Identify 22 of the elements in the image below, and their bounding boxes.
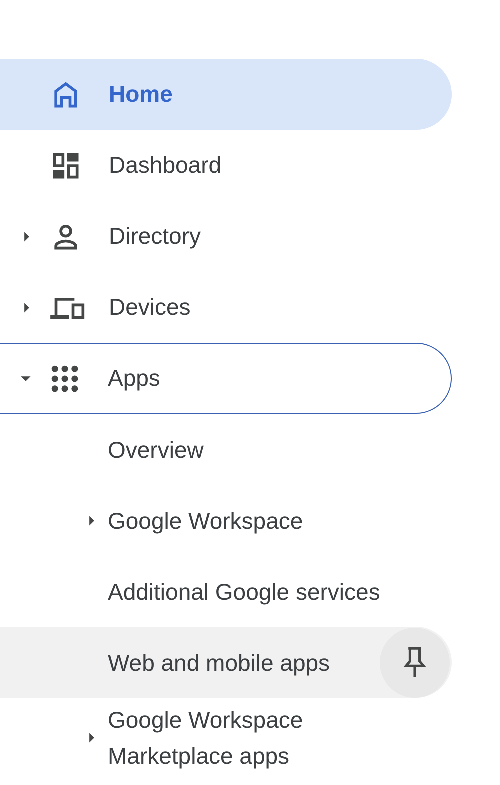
nav-label: Google Workspace (108, 506, 304, 536)
pin-button[interactable] (380, 628, 450, 698)
nav-subitem[interactable]: Overview (0, 414, 452, 485)
nav-label: Directory (109, 222, 202, 252)
nav-item[interactable]: Devices (0, 272, 452, 343)
pin-icon (402, 646, 428, 678)
nav-subitem[interactable]: Additional Google services (0, 556, 452, 627)
nav-subitem[interactable]: Google Workspace (0, 485, 452, 556)
nav-subitem[interactable]: Web and mobile apps (0, 627, 452, 698)
nav-item[interactable]: Home (0, 59, 452, 130)
nav-item[interactable]: Apps (0, 343, 452, 414)
nav-label: Home (109, 80, 173, 110)
nav-label: Google Workspace Marketplace apps (108, 706, 304, 771)
nav-label: Additional Google services (108, 578, 380, 607)
nav-item[interactable]: Dashboard (0, 130, 452, 201)
nav-label: Apps (108, 364, 160, 394)
nav-label: Overview (108, 436, 204, 464)
nav-label: Dashboard (109, 151, 222, 180)
nav-item[interactable]: Directory (0, 201, 452, 272)
nav-subitem[interactable]: Google Workspace Marketplace apps (0, 698, 452, 778)
nav-label: Web and mobile apps (108, 648, 330, 678)
nav-label: Devices (109, 293, 191, 322)
